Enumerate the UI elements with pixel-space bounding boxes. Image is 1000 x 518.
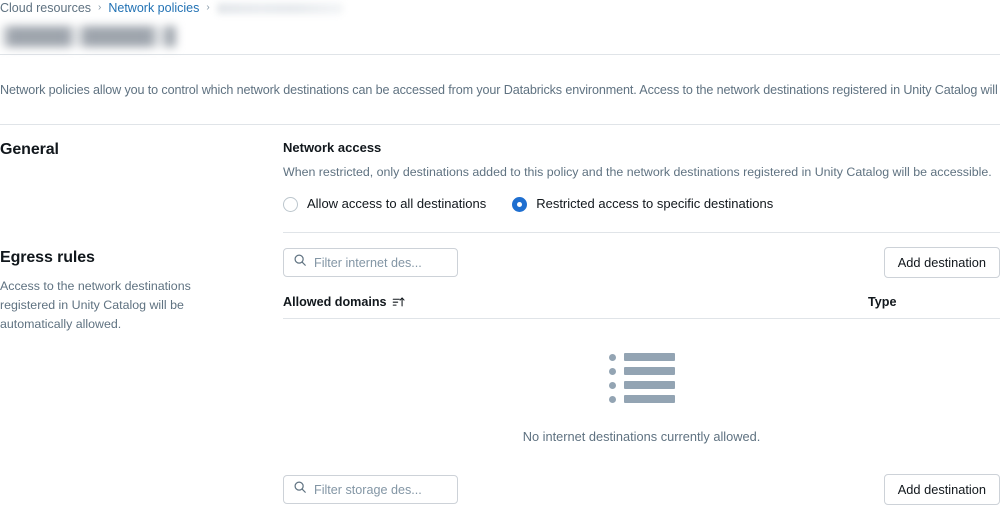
sort-ascending-icon[interactable] bbox=[392, 296, 405, 309]
empty-list-row bbox=[609, 367, 675, 375]
radio-restricted-access[interactable]: Restricted access to specific destinatio… bbox=[512, 195, 773, 213]
empty-list-row bbox=[609, 353, 675, 361]
page-title bbox=[0, 16, 1000, 54]
empty-list-row bbox=[609, 395, 675, 403]
network-access-help: When restricted, only destinations added… bbox=[283, 163, 1000, 181]
column-header-type[interactable]: Type bbox=[868, 294, 1000, 310]
storage-destinations-toolbar: Add destination bbox=[283, 474, 1000, 505]
empty-list-bullet bbox=[609, 368, 616, 375]
internet-filter-input[interactable] bbox=[314, 256, 448, 270]
storage-filter-box[interactable] bbox=[283, 475, 458, 504]
egress-section-right: Add destination Allowed domains bbox=[283, 247, 1000, 518]
internet-filter-box[interactable] bbox=[283, 248, 458, 277]
breadcrumb-item-cloud-resources[interactable]: Cloud resources bbox=[0, 0, 91, 16]
empty-list-bullet bbox=[609, 354, 616, 361]
empty-list-bar bbox=[624, 381, 675, 389]
radio-allow-all-destinations-label: Allow access to all destinations bbox=[307, 195, 486, 213]
empty-list-bar bbox=[624, 367, 675, 375]
search-icon bbox=[293, 253, 307, 272]
breadcrumb: Cloud resources › Network policies › bbox=[0, 0, 1000, 16]
column-header-allowed-domains[interactable]: Allowed domains bbox=[283, 294, 868, 310]
empty-list-row bbox=[609, 381, 675, 389]
general-section-divider bbox=[283, 232, 1000, 233]
radio-indicator-checked[interactable] bbox=[512, 197, 527, 212]
internet-empty-state: No internet destinations currently allow… bbox=[283, 319, 1000, 466]
general-heading: General bbox=[0, 139, 259, 161]
network-policy-page: Cloud resources › Network policies › Net… bbox=[0, 0, 1000, 518]
internet-table-header-row: Allowed domains Type bbox=[283, 293, 1000, 319]
internet-empty-state-text: No internet destinations currently allow… bbox=[523, 429, 761, 444]
column-header-allowed-domains-label: Allowed domains bbox=[283, 294, 387, 310]
storage-destinations-block: Add destination Storage account bbox=[283, 466, 1000, 518]
empty-list-icon bbox=[609, 353, 675, 403]
egress-section-left: Egress rules Access to the network desti… bbox=[0, 247, 283, 334]
storage-filter-input[interactable] bbox=[314, 483, 448, 497]
page-description: Network policies allow you to control wh… bbox=[0, 68, 1000, 112]
add-internet-destination-button[interactable]: Add destination bbox=[884, 247, 1000, 278]
radio-restricted-access-label: Restricted access to specific destinatio… bbox=[536, 195, 773, 213]
egress-description: Access to the network destinations regis… bbox=[0, 277, 205, 334]
add-storage-destination-button[interactable]: Add destination bbox=[884, 474, 1000, 505]
network-access-label: Network access bbox=[283, 139, 1000, 157]
network-access-radio-group: Allow access to all destinations Restric… bbox=[283, 195, 1000, 213]
title-divider bbox=[0, 54, 1000, 55]
breadcrumb-item-network-policies[interactable]: Network policies bbox=[108, 0, 199, 16]
egress-rules-section: Egress rules Access to the network desti… bbox=[0, 233, 1000, 518]
general-section: General Network access When restricted, … bbox=[0, 125, 1000, 233]
chevron-right-icon: › bbox=[206, 0, 209, 16]
search-icon bbox=[293, 480, 307, 499]
chevron-right-icon: › bbox=[98, 0, 101, 16]
internet-destinations-table: Allowed domains Type bbox=[283, 293, 1000, 466]
breadcrumb-item-policy-id-redacted[interactable] bbox=[217, 3, 343, 14]
general-section-right: Network access When restricted, only des… bbox=[283, 139, 1000, 233]
empty-list-bullet bbox=[609, 396, 616, 403]
empty-list-bar bbox=[624, 353, 675, 361]
empty-list-bullet bbox=[609, 382, 616, 389]
column-header-type-label: Type bbox=[868, 294, 896, 310]
page-title-redacted bbox=[0, 26, 176, 47]
internet-destinations-toolbar: Add destination bbox=[283, 247, 1000, 278]
general-section-left: General bbox=[0, 139, 283, 169]
egress-heading: Egress rules bbox=[0, 247, 259, 269]
radio-indicator-unchecked[interactable] bbox=[283, 197, 298, 212]
radio-allow-all-destinations[interactable]: Allow access to all destinations bbox=[283, 195, 486, 213]
empty-list-bar bbox=[624, 395, 675, 403]
